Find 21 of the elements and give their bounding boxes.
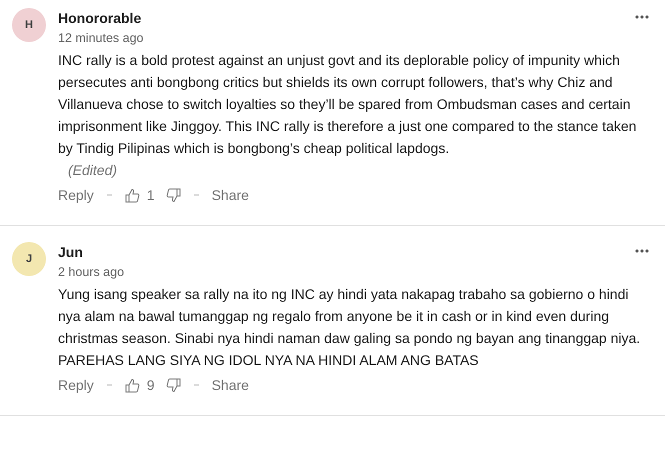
comment-text: INC rally is a bold protest against an unjust govt and its deplorable policy of impunity which persecutes anti bongbong critics but shields its own corrupt followers, that’s why Chiz and Villanueva chose to switch loyalties so they’ll be spared from Ombudsman cases and certain imprisonment like Jinggoy. This INC rally is therefore a just one compared to the stance taken by Tindig Pilipinas which is bongbong’s cheap political lapdogs. — [58, 51, 638, 158]
reply-button[interactable]: Reply — [58, 377, 94, 393]
timestamp: 12 minutes ago — [58, 31, 144, 45]
author-name: Jun — [58, 244, 83, 260]
like-count: 9 — [146, 377, 155, 393]
more-icon[interactable] — [635, 15, 649, 19]
thumbs-down-icon[interactable] — [166, 378, 181, 392]
thumbs-down-icon[interactable] — [166, 188, 181, 202]
share-button[interactable]: Share — [212, 377, 249, 393]
timestamp: 2 hours ago — [58, 265, 124, 279]
avatar: J — [12, 242, 46, 276]
comment-text: Yung isang speaker sa rally na ito ng INC ay hindi yata nakapag trabaho sa gobierno o hindi nya alam na bawal tumanggap ng regalo from anyone be it in cash or in kind even during christmas season. Sinabi nya hindi naman daw galing sa pondo ng bayan ang tinanggap niya. PAREHAS LANG SIYA NG IDOL NYA NA HINDI ALAM ANG BATAS — [58, 285, 642, 370]
thumbs-up-icon[interactable] — [124, 378, 140, 392]
edited-label: (Edited) — [68, 161, 118, 180]
reply-button[interactable]: Reply — [58, 187, 94, 203]
avatar: H — [12, 8, 46, 42]
thumbs-up-icon[interactable] — [124, 188, 140, 202]
more-icon[interactable] — [635, 249, 649, 253]
like-count: 1 — [146, 187, 155, 203]
share-button[interactable]: Share — [212, 187, 249, 203]
author-name: Honororable — [58, 10, 142, 26]
